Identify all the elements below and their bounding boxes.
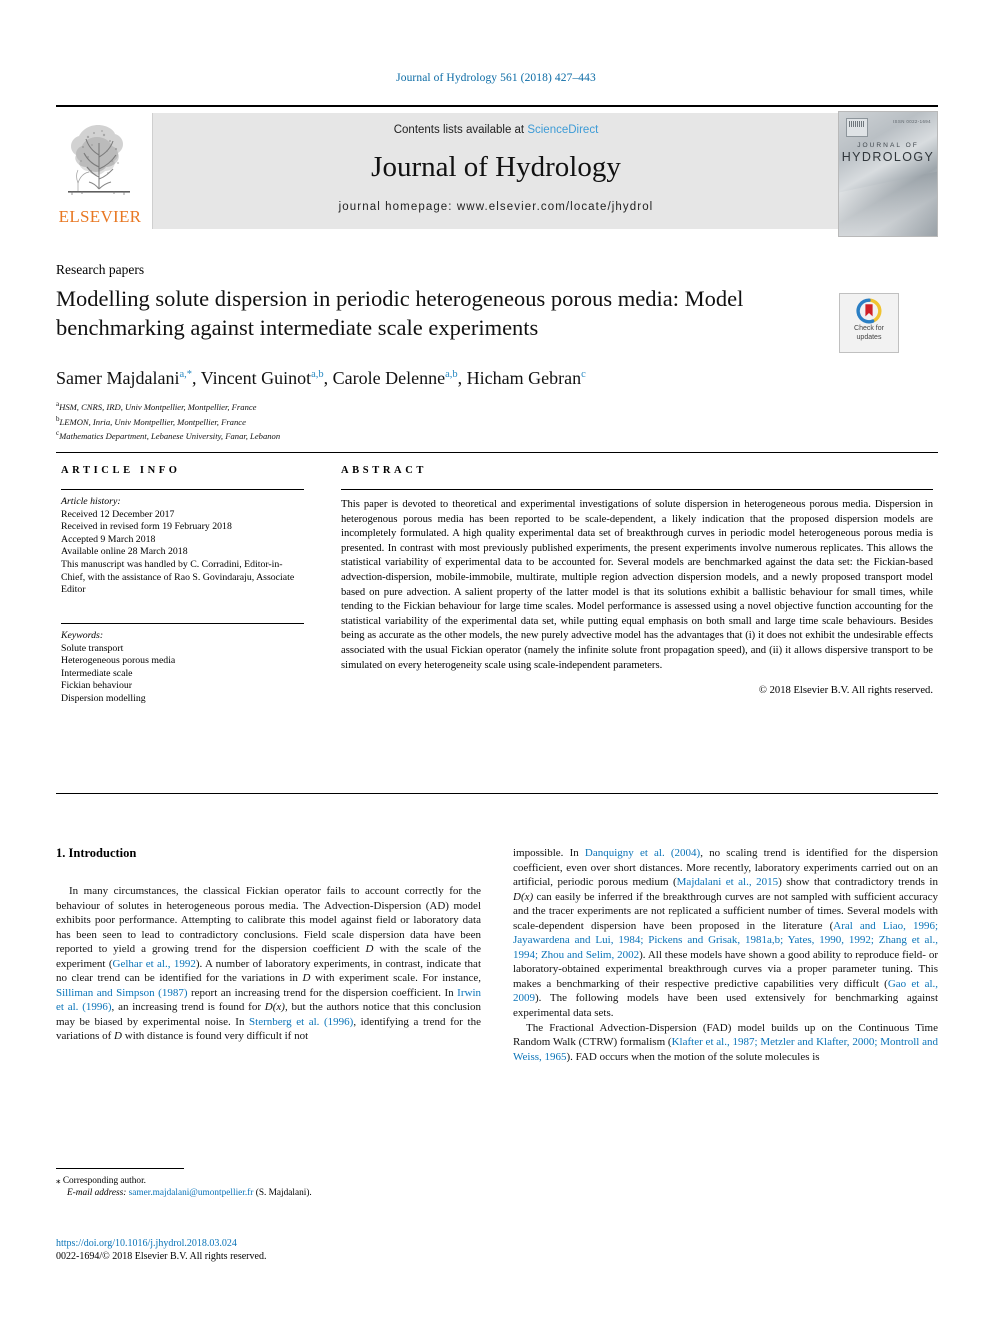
affiliation-item: cMathematics Department, Lebanese Univer…: [56, 428, 656, 443]
publication-footer: https://doi.org/10.1016/j.jhydrol.2018.0…: [56, 1237, 496, 1264]
elsevier-tree-icon: [58, 111, 140, 203]
journal-masthead: ELSEVIER Contents lists available at Sci…: [56, 105, 938, 237]
crossmark-icon: [856, 298, 882, 324]
elsevier-logo: ELSEVIER: [56, 111, 142, 233]
cover-stamp-icon: [846, 118, 868, 137]
paragraph-text: ). The following models have been used e…: [513, 992, 938, 1020]
journal-homepage[interactable]: journal homepage: www.elsevier.com/locat…: [153, 201, 839, 213]
keyword-item: Heterogeneous porous media: [61, 655, 176, 667]
page-title: Modelling solute dispersion in periodic …: [56, 286, 744, 340]
citation-link[interactable]: Silliman and Simpson (1987): [56, 987, 188, 999]
sciencedirect-link[interactable]: ScienceDirect: [527, 124, 598, 136]
doi-link[interactable]: https://doi.org/10.1016/j.jhydrol.2018.0…: [56, 1237, 496, 1250]
article-type-label: Research papers: [56, 262, 145, 277]
article-history-item: Received in revised form 19 February 201…: [61, 521, 232, 533]
author-marks[interactable]: a,b: [445, 369, 458, 380]
corresponding-author-mark: ⁎: [56, 1175, 61, 1185]
cover-title-line1: JOURNAL OF: [857, 142, 919, 149]
journal-title: Journal of Hydrology: [371, 151, 621, 183]
author-name: Samer Majdalani: [56, 368, 180, 388]
article-info-abstract-block: ARTICLE INFO ABSTRACT Article history: R…: [56, 452, 938, 794]
author-list: Samer Majdalania,*, Vincent Guinota,b, C…: [56, 368, 586, 388]
article-history-label: Article history:: [61, 496, 121, 507]
author-name: Vincent Guinot: [200, 368, 312, 388]
contents-lists-line: Contents lists available at ScienceDirec…: [153, 124, 839, 136]
author-name: Hicham Gebran: [466, 368, 582, 388]
masthead-band: Contents lists available at ScienceDirec…: [152, 113, 839, 229]
footnote-divider: [56, 1168, 184, 1169]
paragraph: impossible. In Danquigny et al. (2004), …: [513, 846, 938, 1021]
keyword-item: Solute transport: [61, 642, 124, 654]
author-name: Carole Delenne: [332, 368, 446, 388]
symbol-D: D: [114, 1030, 122, 1043]
citation-link[interactable]: Sternberg et al. (1996): [249, 1016, 353, 1028]
article-history: Article history: Received 12 December 20…: [61, 489, 304, 597]
abstract-copyright: © 2018 Elsevier B.V. All rights reserved…: [758, 685, 933, 697]
crossmark-badge[interactable]: Check for updates: [839, 293, 899, 353]
running-head: Journal of Hydrology 561 (2018) 427–443: [396, 72, 596, 84]
article-info-heading: ARTICLE INFO: [61, 465, 181, 476]
body-column-left: In many circumstances, the classical Fic…: [56, 884, 481, 1044]
keyword-item: Dispersion modelling: [61, 692, 146, 704]
email-link[interactable]: samer.majdalani@umontpellier.fr: [129, 1188, 254, 1198]
email-note: E-mail address: samer.majdalani@umontpel…: [56, 1187, 481, 1199]
article-history-item: Received 12 December 2017: [61, 508, 175, 520]
issn-copyright-line: 0022-1694/© 2018 Elsevier B.V. All right…: [56, 1251, 267, 1263]
corresponding-author-text: Corresponding author.: [62, 1176, 146, 1186]
citation-link[interactable]: Gelhar et al., 1992: [113, 958, 196, 970]
body-column-right: impossible. In Danquigny et al. (2004), …: [513, 846, 938, 1064]
paragraph-text: with experiment scale. For instance,: [310, 972, 482, 985]
affiliation-text: LEMON, Inria, Univ Montpellier, Montpell…: [59, 416, 246, 427]
affiliation-item: aHSM, CNRS, IRD, Univ Montpellier, Montp…: [56, 399, 656, 414]
journal-cover-thumbnail: ISSN 0022-1694 JOURNAL OF HYDROLOGY: [838, 111, 938, 237]
crossmark-label-line1: Check for: [854, 325, 884, 332]
keyword-item: Fickian behaviour: [61, 680, 133, 692]
author-marks[interactable]: a,*: [179, 369, 192, 380]
cover-title-line2: HYDROLOGY: [841, 150, 935, 164]
citation-link[interactable]: Majdalani et al., 2015: [677, 876, 778, 888]
email-label: E-mail address:: [67, 1188, 127, 1199]
affiliation-item: bLEMON, Inria, Univ Montpellier, Montpel…: [56, 414, 656, 429]
abstract-heading: ABSTRACT: [341, 465, 427, 476]
paragraph-text: impossible. In: [513, 847, 585, 859]
footnote-block: ⁎ Corresponding author. E-mail address: …: [56, 1174, 481, 1200]
affiliation-text: HSM, CNRS, IRD, Univ Montpellier, Montpe…: [59, 401, 257, 412]
author-marks[interactable]: c: [581, 369, 586, 380]
article-history-item: This manuscript was handled by C. Corrad…: [61, 558, 295, 596]
corresponding-author-note: ⁎ Corresponding author.: [56, 1174, 481, 1187]
paper-page: Journal of Hydrology 561 (2018) 427–443: [0, 0, 992, 1323]
affiliation-list: aHSM, CNRS, IRD, Univ Montpellier, Montp…: [56, 399, 656, 443]
article-history-item: Accepted 9 March 2018: [61, 533, 156, 545]
cover-decoration: [839, 169, 937, 236]
paragraph: The Fractional Advection-Dispersion (FAD…: [513, 1021, 938, 1065]
paragraph-text: with distance is found very difficult if…: [122, 1030, 309, 1043]
paragraph-text: ). FAD occurs when the motion of the sol…: [566, 1050, 820, 1063]
crossmark-label: Check for updates: [840, 325, 898, 342]
symbol-Dx: D(x): [513, 890, 534, 903]
abstract-text: This paper is devoted to theoretical and…: [341, 499, 933, 671]
paragraph-text: report an increasing trend for the dispe…: [187, 986, 458, 999]
crossmark-label-line2: updates: [856, 333, 882, 341]
keyword-item: Intermediate scale: [61, 667, 133, 679]
article-history-item: Available online 28 March 2018: [61, 546, 188, 558]
abstract-block: This paper is devoted to theoretical and…: [341, 489, 933, 699]
affiliation-text: Mathematics Department, Lebanese Univers…: [59, 430, 281, 441]
author-marks[interactable]: a,b: [311, 369, 324, 380]
section-heading-introduction: 1. Introduction: [56, 846, 137, 860]
cover-issn: ISSN 0022-1694: [892, 119, 931, 124]
symbol-Dx: D(x): [264, 1001, 285, 1014]
contents-lists-prefix: Contents lists available at: [393, 124, 528, 136]
citation-link[interactable]: Danquigny et al. (2004): [585, 847, 700, 859]
keywords-label: Keywords:: [61, 630, 104, 641]
elsevier-wordmark: ELSEVIER: [58, 207, 142, 226]
paragraph-text: , an increasing trend is found for: [111, 1001, 265, 1014]
email-owner: (S. Majdalani).: [255, 1188, 312, 1199]
keywords-block: Keywords: Solute transport Heterogeneous…: [61, 623, 304, 706]
paragraph: In many circumstances, the classical Fic…: [56, 884, 481, 1044]
paragraph-text: ) show that contradictory trends in: [778, 876, 938, 889]
